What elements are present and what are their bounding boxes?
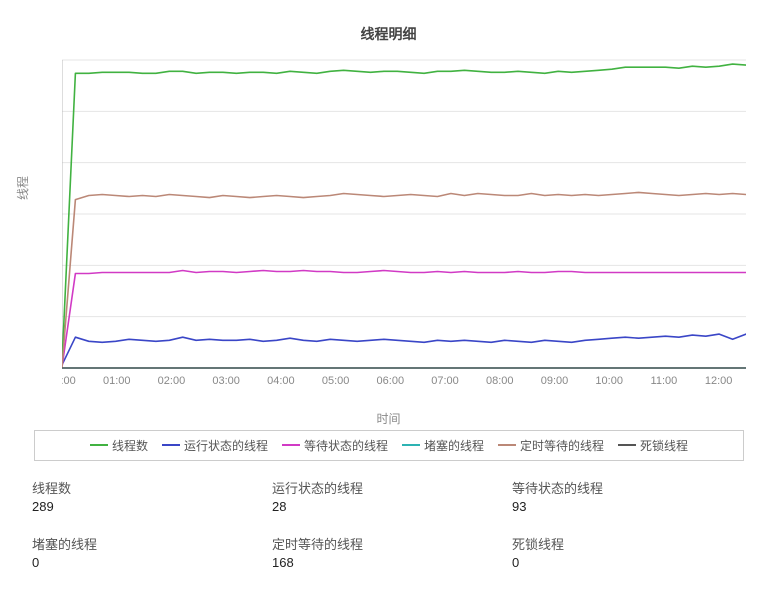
legend-item[interactable]: 堵塞的线程: [402, 437, 484, 454]
legend-swatch: [498, 444, 516, 446]
svg-text:04:00: 04:00: [267, 375, 295, 387]
y-axis-label: 线程: [14, 176, 31, 200]
legend-swatch: [402, 444, 420, 446]
legend-label: 运行状态的线程: [184, 437, 268, 454]
svg-text:12:00: 12:00: [705, 375, 733, 387]
svg-text:06:00: 06:00: [377, 375, 405, 387]
svg-text:03:00: 03:00: [212, 375, 240, 387]
svg-text:01:00: 01:00: [103, 375, 131, 387]
svg-text:05:00: 05:00: [322, 375, 350, 387]
stat-label: 运行状态的线程: [272, 478, 512, 497]
stat-value: 289: [32, 499, 272, 514]
stat-item: 等待状态的线程 93: [512, 478, 752, 514]
stat-item: 堵塞的线程 0: [32, 534, 272, 570]
svg-text:00:00: 00:00: [62, 375, 76, 387]
stat-value: 93: [512, 499, 752, 514]
stat-value: 168: [272, 555, 512, 570]
svg-text:11:00: 11:00: [651, 375, 678, 387]
legend-swatch: [618, 444, 636, 446]
stat-label: 等待状态的线程: [512, 478, 752, 497]
svg-text:07:00: 07:00: [431, 375, 459, 387]
legend-item[interactable]: 定时等待的线程: [498, 437, 604, 454]
svg-text:08:00: 08:00: [486, 375, 514, 387]
legend-item[interactable]: 死锁线程: [618, 437, 688, 454]
stats-grid: 线程数 289运行状态的线程 28等待状态的线程 93 堵塞的线程 0定时等待的线程 168…: [32, 478, 752, 570]
legend-label: 等待状态的线程: [304, 437, 388, 454]
chart-title: 线程明细: [0, 0, 777, 44]
legend-label: 堵塞的线程: [424, 437, 484, 454]
svg-text:10:00: 10:00: [595, 375, 623, 387]
stat-label: 堵塞的线程: [32, 534, 272, 553]
legend-swatch: [282, 444, 300, 446]
stat-value: 0: [32, 555, 272, 570]
legend-swatch: [90, 444, 108, 446]
stat-item: 运行状态的线程 28: [272, 478, 512, 514]
stat-item: 定时等待的线程 168: [272, 534, 512, 570]
stat-item: 线程数 289: [32, 478, 272, 514]
legend-label: 线程数: [112, 437, 148, 454]
legend-item[interactable]: 等待状态的线程: [282, 437, 388, 454]
legend-label: 定时等待的线程: [520, 437, 604, 454]
stat-label: 死锁线程: [512, 534, 752, 553]
stat-label: 定时等待的线程: [272, 534, 512, 553]
svg-text:09:00: 09:00: [541, 375, 569, 387]
legend-swatch: [162, 444, 180, 446]
line-chart: 05010015020025030000:0001:0002:0003:0004…: [62, 56, 746, 396]
legend-item[interactable]: 运行状态的线程: [162, 437, 268, 454]
x-axis-label: 时间: [0, 410, 777, 427]
svg-text:02:00: 02:00: [158, 375, 186, 387]
legend-item[interactable]: 线程数: [90, 437, 148, 454]
chart-legend: 线程数 运行状态的线程 等待状态的线程 堵塞的线程 定时等待的线程 死锁线程: [34, 430, 744, 461]
stat-item: 死锁线程 0: [512, 534, 752, 570]
legend-label: 死锁线程: [640, 437, 688, 454]
stat-value: 28: [272, 499, 512, 514]
stat-value: 0: [512, 555, 752, 570]
stat-label: 线程数: [32, 478, 272, 497]
